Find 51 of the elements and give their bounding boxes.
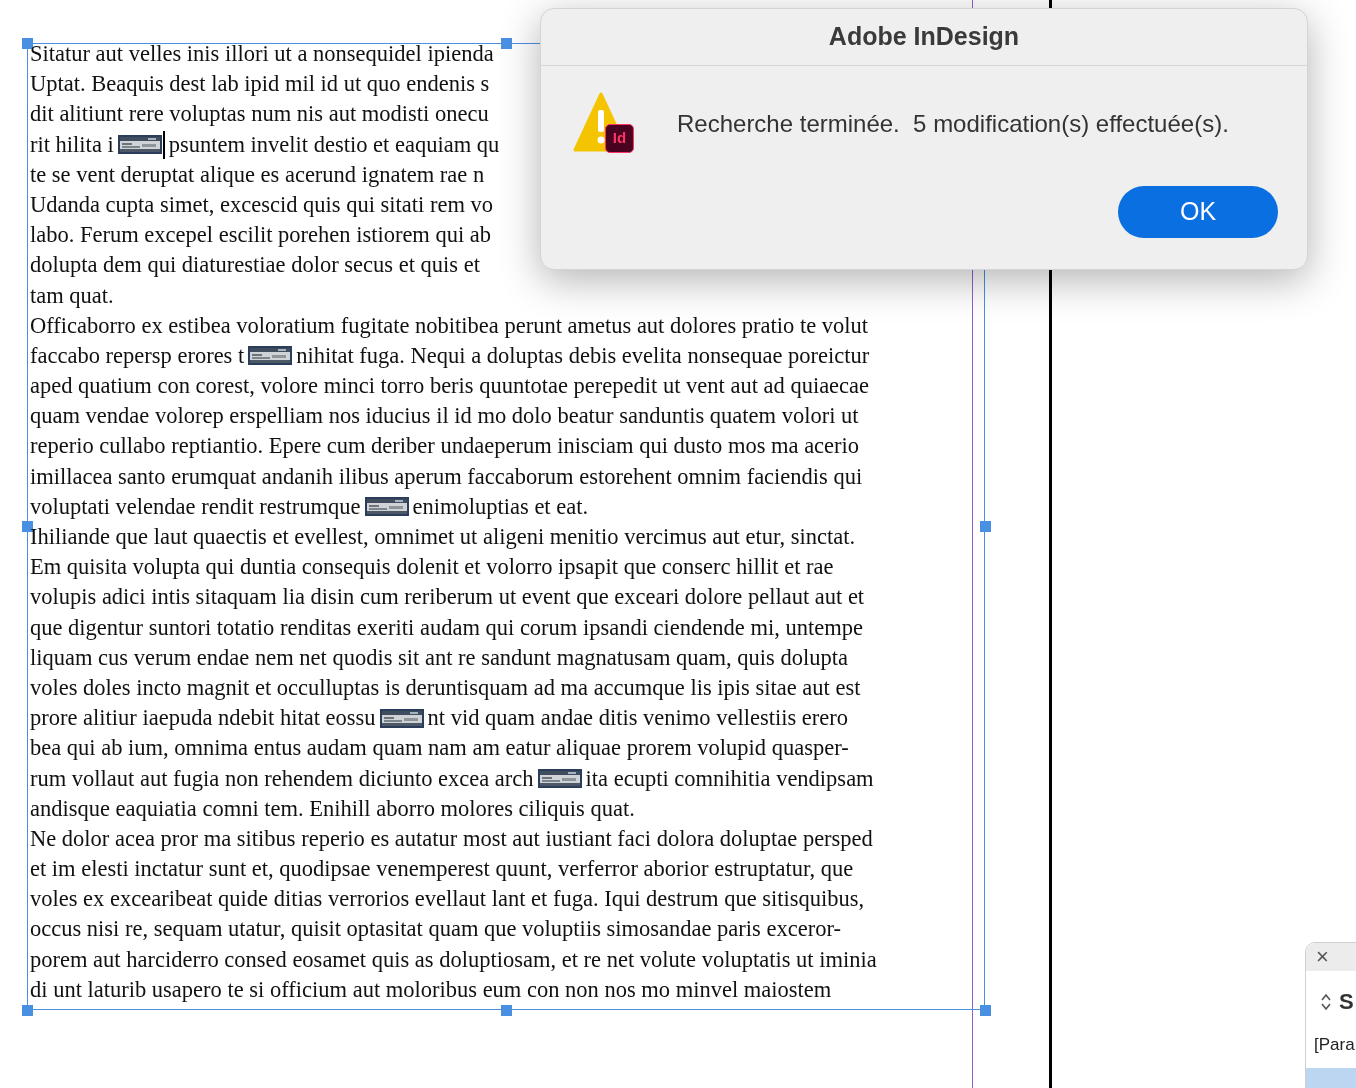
body-text-line: et im elesti inctatur sunt et, quodipsae venemperest quunt, verferror aborior estruptatur, que (30, 855, 854, 884)
body-text-line: rit hilita i (30, 130, 114, 159)
body-text-line: porem aut harciderro consed eosamet quis as doluptiosam, et re net volute voluptatis ut iminia (30, 945, 877, 974)
body-text-line: psuntem invelit destio et eaquiam qu (168, 130, 500, 159)
body-text-line: que digentur suntori totatio renditas exeriti audam qui corum ipsandi ciendende mi, untempe (30, 613, 863, 642)
body-text-line: te se vent deruptat alique es acerund ignatem rae n (30, 160, 485, 189)
panel-heading: S (1339, 988, 1354, 1016)
body-text-line: nt vid quam andae ditis venimo vellestiis erero (427, 704, 849, 733)
body-text-line: nihitat fuga. Nequi a doluptas debis evelita nonsequae poreictur (296, 341, 870, 370)
body-text-line: Em quisita volupta qui duntia consequis dolenit et volorro ipsapit que conserc hillit et rae (30, 553, 834, 582)
body-text-line: quam vendae volorep erspelliam nos iducius il id mo dolo beatur sanduntis quatem volori ut (30, 402, 859, 431)
body-text-line: reperio cullabo reptiantio. Epere cum deriber undaeperum inisciam qui dusto mos ma acerio (30, 432, 860, 461)
resize-handle[interactable] (22, 521, 33, 532)
style-item[interactable]: [Para (1306, 1032, 1356, 1058)
body-text-line: imillacea santo erumquat andanih ilibus aperum faccaborum estorehent omnim faciendis qui (30, 462, 863, 491)
body-text-line: ita ecupti comnihitia vendipsam (585, 764, 874, 793)
body-text-line: occus nisi re, sequam utatur, quisit optasitat quam que voluptiis simosandae paris exceror- (30, 915, 841, 944)
body-text-line: Sitatur aut velles inis illori ut a nonsequidel ipienda (30, 40, 494, 68)
resize-handle[interactable] (980, 1005, 991, 1016)
body-text-line: tam quat. (30, 281, 114, 310)
body-text-line: liquam cus verum endae nem net quodis sit ant re sandunt magnatusam quam, quis dolupta (30, 643, 848, 672)
body-text-line: enimoluptias et eat. (412, 492, 589, 521)
body-text-line: voles ex excearibeat quide ditias verrorios evellaut lant et fuga. Iqui destrum que sitisquibus, (30, 885, 865, 914)
body-text-line: andisque eaquiatia comni tem. Enihill aborro molores ciliquis quat. (30, 794, 635, 823)
body-text-line: rum vollaut aut fugia non rehendem diciunto excea arch (30, 764, 534, 793)
body-text-line: labo. Ferum excepel escilit porehen istiorem qui ab (30, 221, 492, 250)
dialog-title: Adobe InDesign (828, 21, 1020, 53)
body-text-line: Udanda cupta simet, excescid quis qui sitati rem vo (30, 190, 493, 219)
body-text-line: Officaborro ex estibea voloratium fugitate nobitibea perunt ametus aut dolores pratio te volut (30, 311, 869, 340)
dialog-message: Recherche terminée. 5 modification(s) effectuée(s). (677, 109, 1229, 139)
body-text-line: Ihiliande que laut quaectis et evellest, omnimet ut aligeni menitio vercimus aut etur, sinctat. (30, 523, 856, 551)
body-text-line: faccabo repersp erores t (30, 341, 245, 370)
selected-row-background[interactable] (1306, 1067, 1356, 1088)
body-text-line: voles doles incto magnit et occulluptas is deruntisquam ad ma accumque lis ipis sitae aut est (30, 673, 861, 702)
body-text-line: voluptati velendae rendit restrumque (30, 492, 361, 521)
body-text-line: dit alitiunt rere voluptas num nis aut modisti onecu (30, 100, 489, 129)
body-text-line: Uptat. Beaquis dest lab ipid mil id ut quo endenis s (30, 70, 490, 99)
body-text-line: prore alitiur iaepuda ndebit hitat eossu (30, 704, 376, 733)
resize-handle[interactable] (501, 38, 512, 49)
resize-handle[interactable] (22, 38, 33, 49)
body-text-line: volupis adici intis sitaquam lia disin cum reriberum ut event que exceari dolore pellaut aut et (30, 583, 865, 612)
resize-handle[interactable] (980, 521, 991, 532)
resize-handle[interactable] (501, 1005, 512, 1016)
body-text-line: aped quatium con corest, volore minci torro beris quuntotae perepedit ut vent aut ad quiaecae (30, 372, 870, 401)
body-text-line: di unt laturib usapero te si officium aut moloribus eum con non nos mo minvel maiostem (30, 975, 832, 1004)
resize-handle[interactable] (22, 1005, 33, 1016)
body-text-line: dolupta dem qui diaturestiae dolor secus et quis et (30, 251, 480, 280)
sort-icon[interactable] (1320, 992, 1332, 1011)
ok-button[interactable]: OK (1118, 186, 1278, 238)
body-text-line: bea qui ab ium, omnima entus audam quam nam am eatur aliquae prorem volupid quasper- (30, 734, 849, 763)
body-text-line: Ne dolor acea pror ma sitibus reperio es autatur most aut iustiant faci dolora doluptae persped (30, 824, 873, 853)
